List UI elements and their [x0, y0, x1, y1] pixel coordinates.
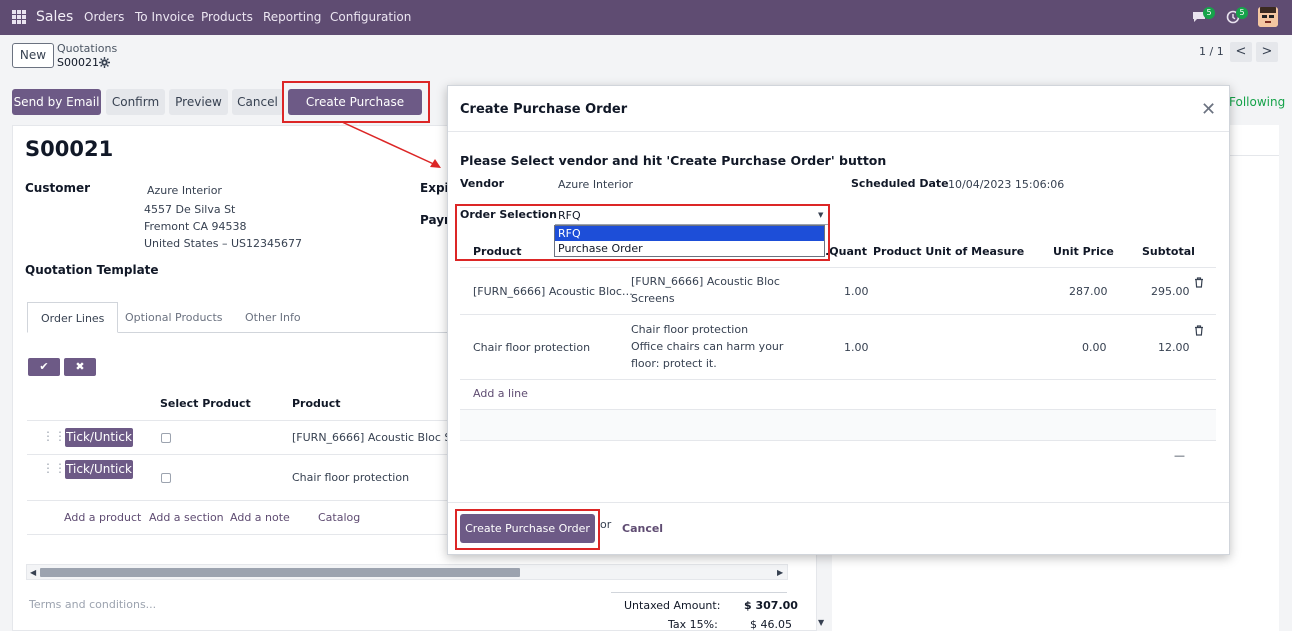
- chat-count-badge: 5: [1203, 7, 1215, 19]
- order-line-product[interactable]: Chair floor protection: [292, 471, 409, 484]
- dialog-cancel-button[interactable]: Cancel: [622, 522, 663, 535]
- line-subtotal: 12.00: [1158, 341, 1190, 354]
- new-button[interactable]: New: [12, 43, 54, 68]
- customer-label: Customer: [25, 181, 91, 195]
- select-all-check-button[interactable]: ✔: [28, 358, 60, 376]
- user-avatar[interactable]: [1258, 7, 1278, 27]
- following-status[interactable]: Following: [1229, 95, 1285, 109]
- app-brand[interactable]: Sales: [36, 9, 73, 25]
- column-subtotal: Subtotal: [1142, 245, 1195, 258]
- trash-icon[interactable]: [1194, 277, 1204, 288]
- line-quantity[interactable]: 1.00: [844, 283, 869, 300]
- menu-reporting[interactable]: Reporting: [263, 10, 321, 24]
- highlight-create-po-button: [282, 81, 430, 123]
- gear-icon[interactable]: [99, 57, 110, 68]
- pager-next-button[interactable]: >: [1256, 42, 1278, 62]
- quotation-title: S00021: [25, 137, 114, 161]
- drag-handle-icon[interactable]: ⋮⋮: [42, 429, 66, 443]
- line-product[interactable]: Chair floor protection: [473, 339, 590, 356]
- deselect-all-button[interactable]: ✖: [64, 358, 96, 376]
- dialog-header-divider: [448, 131, 1229, 132]
- drag-handle-icon[interactable]: ⋮⋮: [42, 461, 66, 475]
- select-product-checkbox[interactable]: [161, 473, 171, 483]
- close-icon[interactable]: ✕: [1201, 99, 1216, 120]
- line-product[interactable]: [FURN_6666] Acoustic Bloc…: [473, 283, 633, 300]
- column-select-product: Select Product: [160, 397, 251, 410]
- pager-value: 1 / 1: [1199, 45, 1224, 58]
- table-row-divider: [460, 314, 1216, 315]
- table-header-divider: [460, 267, 1216, 268]
- horizontal-scrollbar-thumb[interactable]: [40, 568, 520, 577]
- or-text: or: [600, 518, 612, 531]
- vendor-label: Vendor: [460, 177, 505, 190]
- apps-menu-icon[interactable]: [12, 10, 26, 24]
- pager-prev-button[interactable]: <: [1230, 42, 1252, 62]
- confirm-button[interactable]: Confirm: [106, 89, 165, 115]
- tick-untick-button[interactable]: Tick/Untick: [65, 460, 133, 479]
- dialog-footer-divider: [448, 502, 1229, 503]
- send-by-email-button[interactable]: Send by Email: [12, 89, 101, 115]
- menu-configuration[interactable]: Configuration: [330, 10, 411, 24]
- line-description[interactable]: Screens: [631, 290, 675, 307]
- customer-address-line2: Fremont CA 94538: [144, 220, 247, 233]
- scheduled-date-field[interactable]: 10/04/2023 15:06:06: [948, 178, 1064, 191]
- tax-label: Tax 15%:: [668, 618, 718, 631]
- vendor-field[interactable]: Azure Interior: [558, 178, 633, 191]
- highlight-dialog-create-button: [455, 509, 600, 550]
- line-description[interactable]: floor: protect it.: [631, 355, 717, 372]
- menu-to-invoice[interactable]: To Invoice: [135, 10, 194, 24]
- add-note-link[interactable]: Add a note: [230, 511, 290, 524]
- preview-button[interactable]: Preview: [169, 89, 228, 115]
- menu-products[interactable]: Products: [201, 10, 253, 24]
- table-footer-row: [460, 410, 1216, 440]
- line-quantity[interactable]: 1.00: [844, 339, 869, 356]
- dialog-title: Create Purchase Order: [460, 102, 628, 117]
- footer-total: —: [1174, 449, 1185, 462]
- highlight-order-selection: [455, 204, 830, 261]
- scroll-down-arrow-icon[interactable]: ▼: [818, 618, 824, 627]
- scheduled-date-label: Scheduled Date: [851, 177, 949, 190]
- cancel-button[interactable]: Cancel: [232, 89, 283, 115]
- customer-address-line3: United States – US12345677: [144, 237, 303, 250]
- tab-other-info[interactable]: Other Info: [232, 302, 314, 333]
- line-unit-price[interactable]: 287.00: [1069, 283, 1108, 300]
- line-subtotal: 295.00: [1151, 285, 1190, 298]
- tax-value: $ 46.05: [750, 618, 792, 631]
- untaxed-amount-value: $ 307.00: [744, 599, 798, 612]
- line-description[interactable]: Chair floor protection: [631, 321, 748, 338]
- customer-address-line1: 4557 De Silva St: [144, 203, 236, 216]
- tab-order-lines[interactable]: Order Lines: [27, 302, 119, 333]
- line-unit-price[interactable]: 0.00: [1082, 339, 1107, 356]
- add-section-link[interactable]: Add a section: [149, 511, 224, 524]
- quotation-template-label: Quotation Template: [25, 263, 159, 277]
- terms-conditions-field[interactable]: Terms and conditions...: [29, 598, 156, 611]
- tick-untick-button[interactable]: Tick/Untick: [65, 428, 133, 447]
- catalog-link[interactable]: Catalog: [318, 511, 360, 524]
- top-navbar: Sales Orders To Invoice Products Reporti…: [0, 0, 1292, 35]
- add-product-link[interactable]: Add a product: [64, 511, 141, 524]
- untaxed-amount-label: Untaxed Amount:: [624, 599, 721, 612]
- annotation-arrow-icon: [341, 121, 441, 168]
- table-row-divider: [460, 379, 1216, 380]
- scroll-left-arrow-icon[interactable]: ◀: [30, 568, 36, 577]
- column-uom: Product Unit of Measure: [873, 245, 1025, 258]
- column-product: Product: [292, 397, 341, 410]
- menu-orders[interactable]: Orders: [84, 10, 124, 24]
- breadcrumb-quotations[interactable]: Quotations: [57, 42, 117, 55]
- order-line-product[interactable]: [FURN_6666] Acoustic Bloc Scr: [292, 431, 447, 444]
- activity-count-badge: 5: [1236, 7, 1248, 19]
- select-product-checkbox[interactable]: [161, 433, 171, 443]
- dialog-instructions: Please Select vendor and hit 'Create Pur…: [460, 153, 887, 168]
- add-line-link[interactable]: Add a line: [473, 387, 528, 400]
- table-row-divider: [460, 440, 1216, 441]
- scroll-right-arrow-icon[interactable]: ▶: [777, 568, 783, 577]
- tab-optional-products[interactable]: Optional Products: [112, 302, 236, 333]
- trash-icon[interactable]: [1194, 325, 1204, 336]
- breadcrumb-current: S00021: [57, 56, 99, 69]
- line-description[interactable]: [FURN_6666] Acoustic Bloc: [631, 273, 780, 290]
- line-description[interactable]: Office chairs can harm your: [631, 338, 783, 355]
- column-unit-price: Unit Price: [1053, 245, 1114, 258]
- customer-name[interactable]: Azure Interior: [147, 184, 222, 197]
